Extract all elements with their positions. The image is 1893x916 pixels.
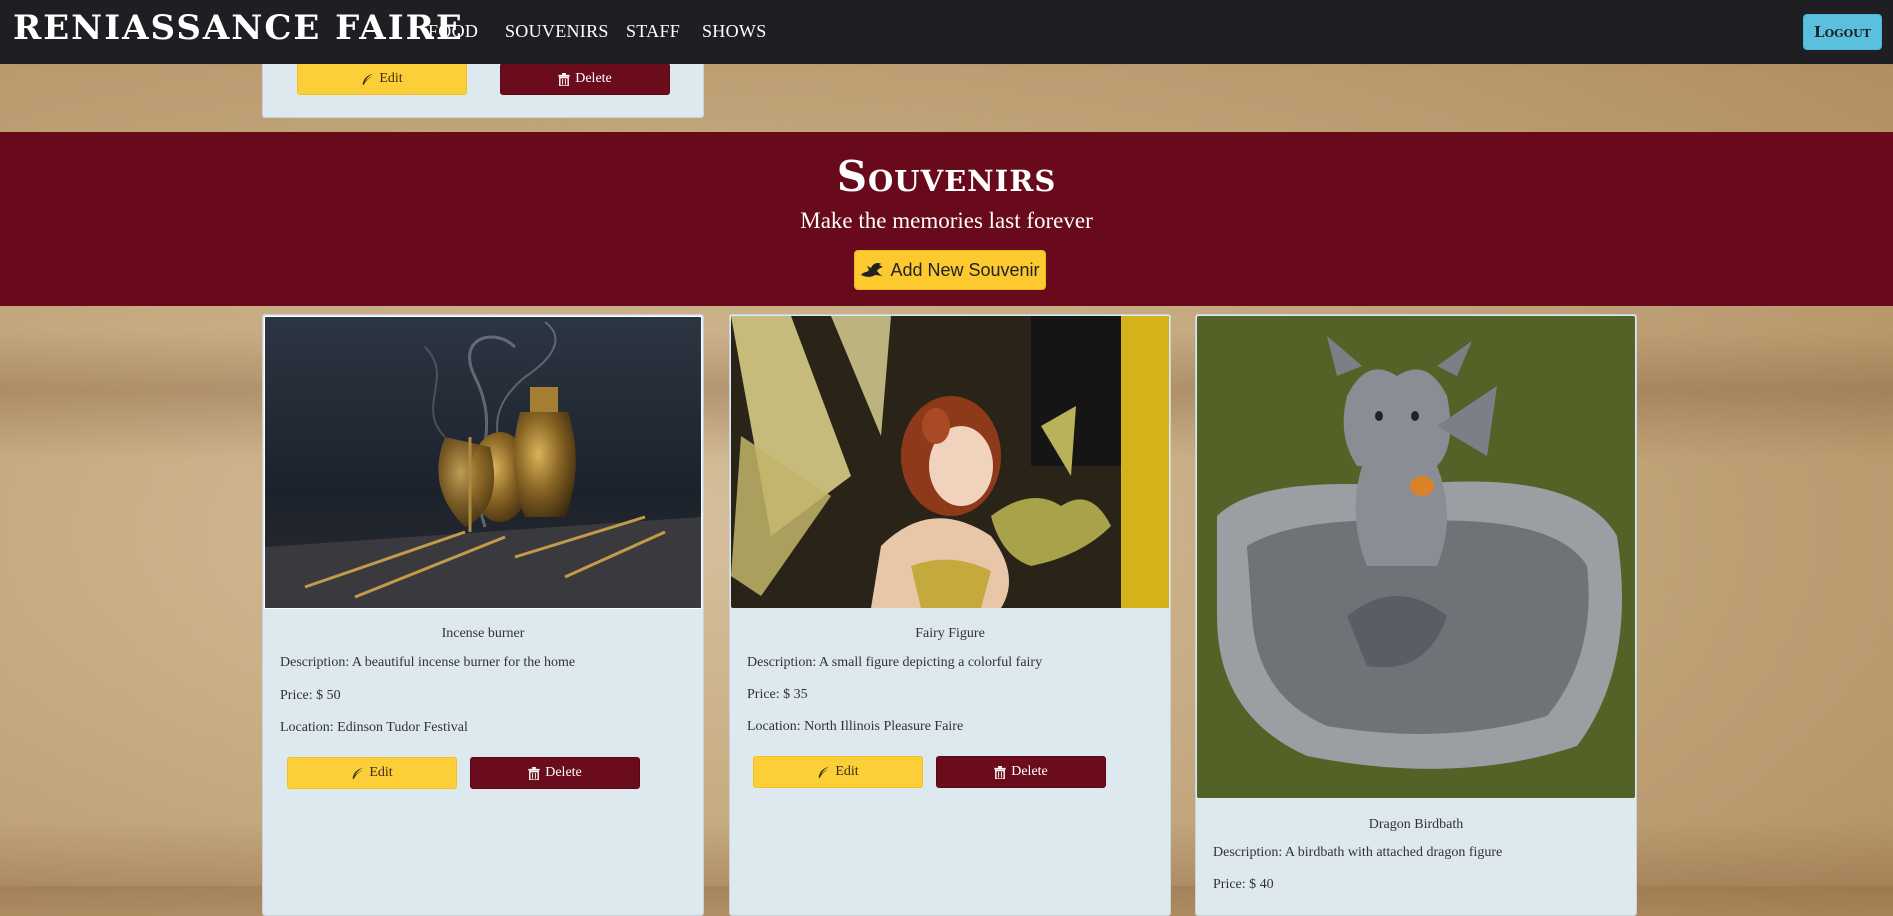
feather-icon	[351, 767, 364, 780]
navbar: RENIASSANCE FAIRE FOOD SOUVENIRS STAFF S…	[0, 0, 1893, 64]
souvenir-card: Incense burner Description: A beautiful …	[262, 314, 704, 916]
dragon-birdbath-image	[1197, 316, 1635, 798]
edit-button[interactable]: Edit	[753, 756, 923, 788]
section-title: Souvenirs	[836, 152, 1057, 201]
delete-button[interactable]: Delete	[470, 757, 640, 789]
edit-label: Edit	[379, 71, 403, 86]
souvenir-card: Dragon Birdbath Description: A birdbath …	[1195, 314, 1637, 916]
souvenirs-banner: Souvenirs Make the memories last forever…	[0, 132, 1893, 306]
edit-label: Edit	[835, 764, 859, 779]
feather-icon	[817, 766, 830, 779]
logout-button[interactable]: Logout	[1803, 14, 1882, 50]
nav-link-food[interactable]: FOOD	[428, 21, 478, 42]
fairy-figure-image	[731, 316, 1169, 608]
card-title: Incense burner	[441, 626, 525, 641]
feather-icon	[361, 73, 374, 86]
nav-link-souvenirs[interactable]: SOUVENIRS	[505, 21, 609, 42]
card-price: Price: $ 50	[280, 688, 341, 703]
delete-label: Delete	[575, 71, 612, 86]
delete-button[interactable]: Delete	[936, 756, 1106, 788]
card-price: Price: $ 35	[747, 687, 808, 702]
trash-icon	[558, 72, 570, 86]
trash-icon	[994, 765, 1006, 779]
edit-button[interactable]: Edit	[297, 63, 467, 95]
edit-button[interactable]: Edit	[287, 757, 457, 789]
edit-label: Edit	[369, 765, 393, 780]
card-price: Price: $ 40	[1213, 877, 1274, 892]
incense-burner-image	[264, 316, 702, 609]
card-title: Fairy Figure	[915, 626, 985, 641]
card-description: Description: A beautiful incense burner …	[280, 655, 576, 670]
nav-link-staff[interactable]: STAFF	[626, 21, 680, 42]
delete-label: Delete	[545, 765, 582, 780]
card-location: Location: North Illinois Pleasure Faire	[747, 719, 964, 734]
add-souvenir-button[interactable]: Add New Souvenir	[854, 250, 1046, 290]
nav-link-shows[interactable]: SHOWS	[702, 21, 767, 42]
delete-label: Delete	[1011, 764, 1048, 779]
souvenir-card: Fairy Figure Description: A small figure…	[729, 314, 1171, 916]
trash-icon	[528, 766, 540, 780]
brand-logo[interactable]: RENIASSANCE FAIRE	[13, 8, 464, 48]
dragon-icon	[860, 261, 884, 279]
card-location: Location: Edinson Tudor Festival	[280, 720, 468, 735]
card-description: Description: A birdbath with attached dr…	[1213, 845, 1503, 860]
section-subtitle: Make the memories last forever	[800, 208, 1093, 233]
add-souvenir-label: Add New Souvenir	[890, 259, 1040, 280]
card-description: Description: A small figure depicting a …	[747, 655, 1043, 670]
card-title: Dragon Birdbath	[1368, 817, 1464, 832]
delete-button[interactable]: Delete	[500, 63, 670, 95]
